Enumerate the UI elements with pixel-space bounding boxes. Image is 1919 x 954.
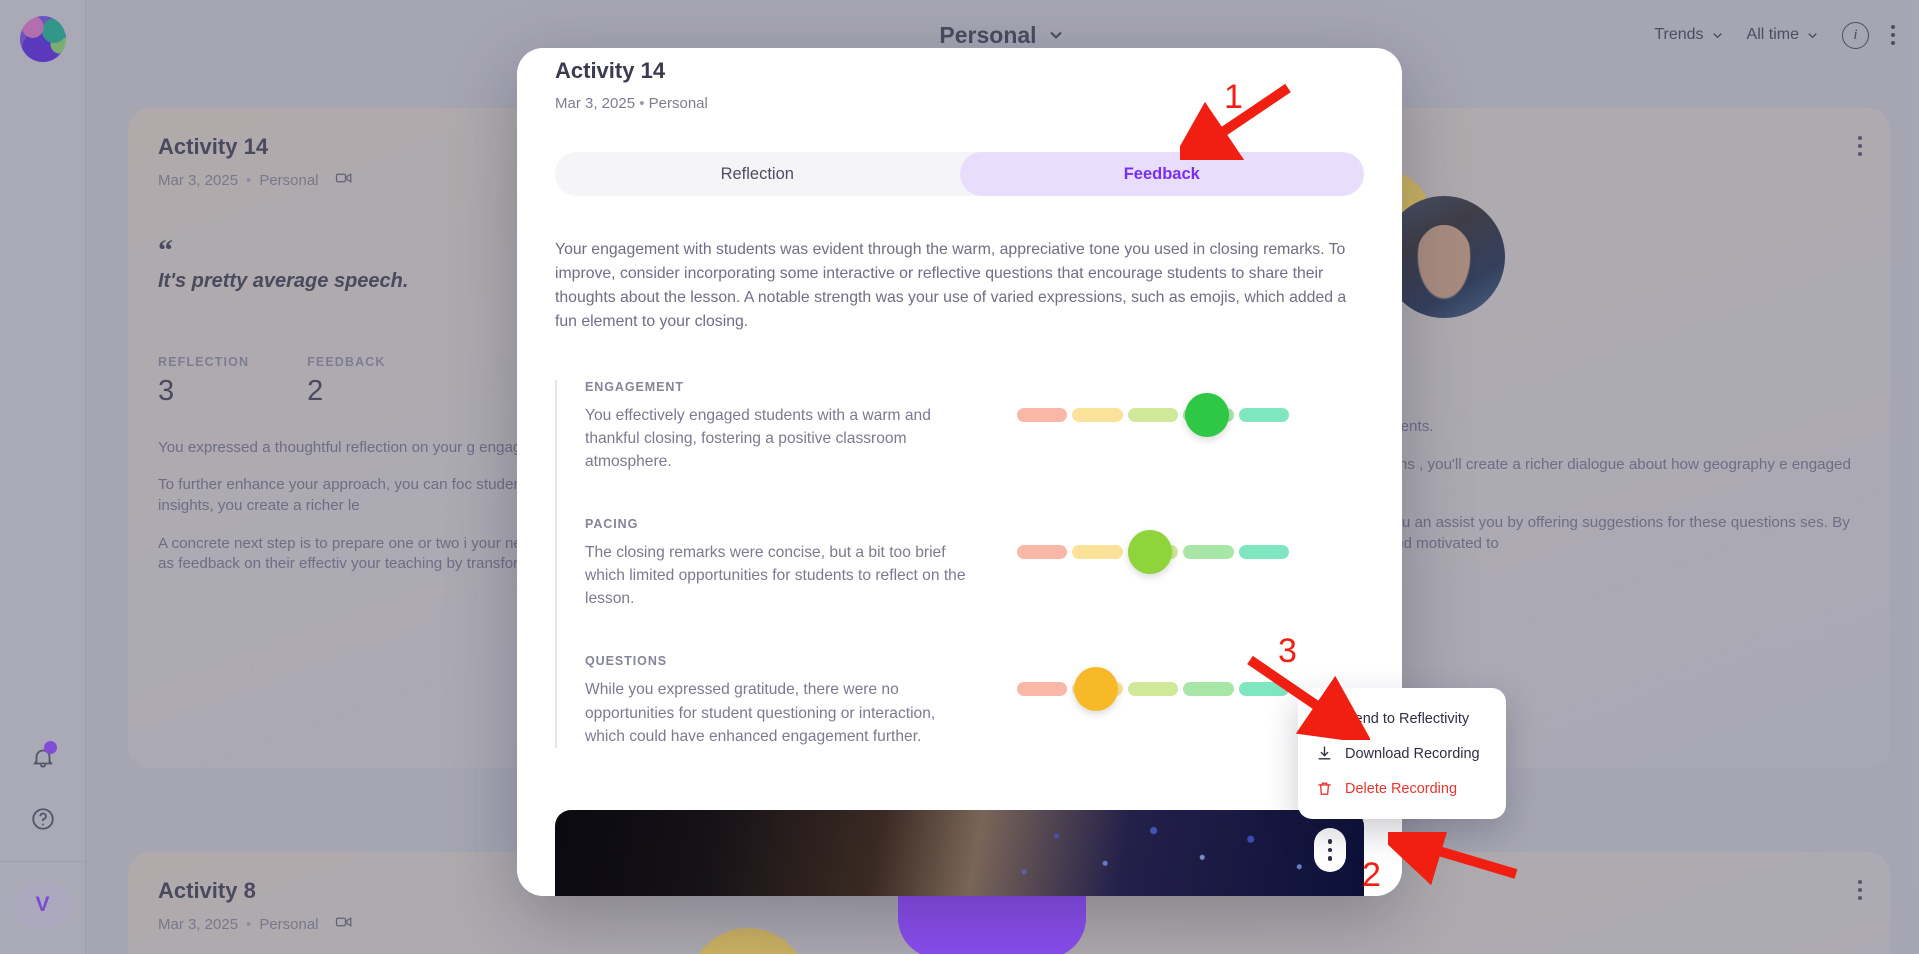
section-text: The closing remarks were concise, but a … [585, 544, 966, 608]
annotation-number-3: 3 [1278, 632, 1297, 670]
slider-segment [1183, 682, 1234, 697]
menu-item-label: Delete Recording [1345, 780, 1458, 797]
feedback-section-questions: QUESTIONS While you expressed gratitude,… [585, 654, 1364, 747]
slider-segment [1183, 545, 1234, 560]
slider-segment [1072, 408, 1123, 422]
feedback-section-engagement: ENGAGEMENT You effectively engaged stude… [585, 380, 1364, 473]
rating-knob[interactable] [1128, 530, 1173, 575]
tab-feedback[interactable]: Feedback [959, 152, 1364, 196]
rating-slider-questions[interactable] [1017, 667, 1290, 712]
feedback-section-pacing: PACING The closing remarks were concise,… [585, 517, 1364, 610]
rating-knob[interactable] [1185, 393, 1230, 437]
more-options-icon[interactable] [1891, 25, 1895, 45]
recording-options-button[interactable] [1314, 828, 1346, 872]
slider-segment [1017, 682, 1068, 697]
annotation-number-2: 2 [1362, 856, 1381, 894]
tab-reflection[interactable]: Reflection [555, 152, 960, 196]
trends-dropdown[interactable]: Trends [1654, 26, 1724, 44]
timerange-dropdown[interactable]: All time [1747, 26, 1820, 44]
recording-context-menu: Send to Reflectivity Download Recording … [1298, 688, 1506, 819]
rating-knob[interactable] [1073, 667, 1118, 712]
chevron-down-icon [1808, 32, 1817, 38]
meta-separator: • [639, 95, 645, 112]
feedback-sections: ENGAGEMENT You effectively engaged stude… [555, 380, 1364, 748]
recording-thumbnail[interactable] [555, 810, 1364, 896]
menu-item-send-to-reflectivity[interactable]: Send to Reflectivity [1298, 701, 1506, 736]
menu-item-label: Send to Reflectivity [1345, 710, 1470, 727]
section-text: You effectively engaged students with a … [585, 407, 931, 471]
annotation-number-1: 1 [1224, 78, 1243, 116]
slider-segment [1238, 545, 1290, 560]
menu-item-label: Download Recording [1345, 745, 1480, 762]
slider-segment [1017, 408, 1068, 422]
slider-segment [1238, 408, 1290, 422]
slider-segment [1127, 408, 1179, 422]
info-icon[interactable]: i [1842, 21, 1869, 49]
slider-segment [1072, 545, 1123, 560]
modal-space: Personal [648, 95, 708, 112]
feedback-summary: Your engagement with students was eviden… [555, 241, 1347, 330]
rating-slider-pacing[interactable] [1017, 530, 1290, 575]
rating-slider-engagement[interactable] [1017, 393, 1290, 437]
section-label: QUESTIONS [585, 654, 668, 669]
slider-segment [1238, 682, 1290, 697]
slider-segment [1017, 545, 1068, 560]
decorative-purple-shape [898, 886, 1086, 954]
modal-tabs: Reflection Feedback [555, 152, 1364, 196]
slider-segment [1127, 682, 1179, 697]
reflectivity-logo-icon [1316, 710, 1333, 727]
modal-date: Mar 3, 2025 [555, 95, 636, 112]
section-label: ENGAGEMENT [585, 380, 684, 394]
section-text: While you expressed gratitude, there wer… [585, 681, 936, 745]
menu-item-delete-recording[interactable]: Delete Recording [1298, 771, 1506, 806]
section-label: PACING [585, 517, 639, 532]
trash-icon [1316, 780, 1333, 797]
menu-item-download-recording[interactable]: Download Recording [1298, 736, 1506, 771]
download-icon [1316, 745, 1333, 762]
info-glyph: i [1853, 26, 1858, 43]
activity-detail-modal: Activity 14 Mar 3, 2025 • Personal Refle… [517, 48, 1402, 896]
timerange-label: All time [1746, 26, 1799, 43]
trends-label: Trends [1654, 26, 1704, 43]
chevron-down-icon [1712, 32, 1722, 38]
